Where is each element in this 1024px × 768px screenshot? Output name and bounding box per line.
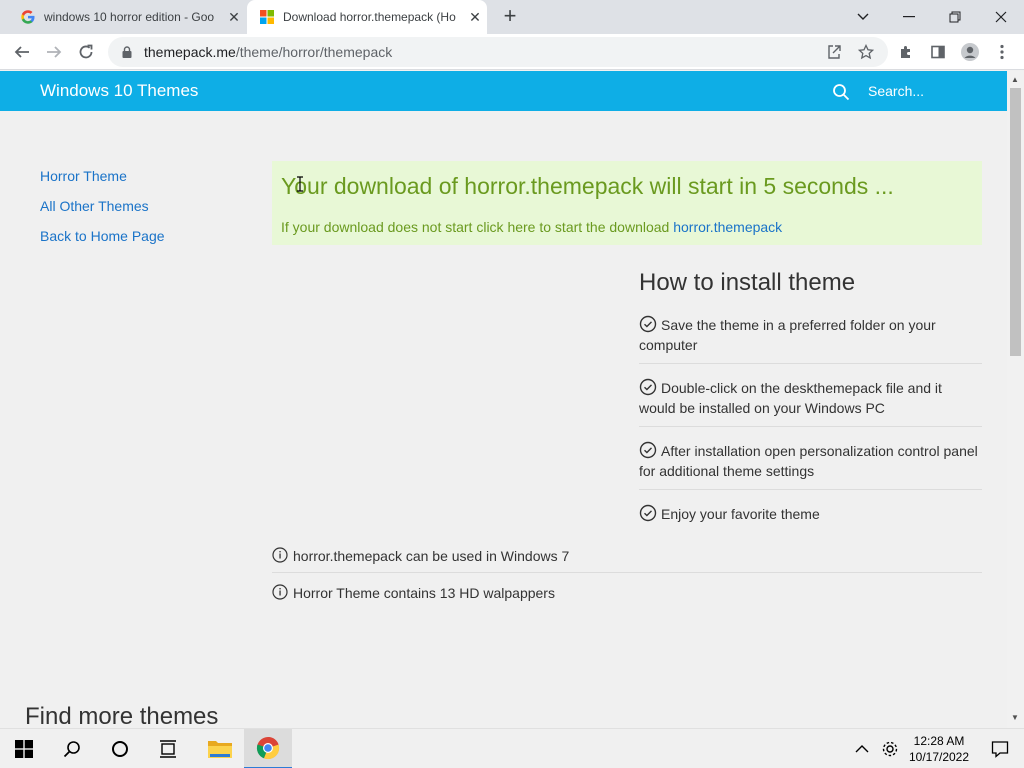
scroll-up-arrow-icon[interactable]: ▲ xyxy=(1011,75,1019,84)
reload-button[interactable] xyxy=(72,38,100,66)
close-tab-icon[interactable]: ✕ xyxy=(222,9,246,26)
download-link[interactable]: horror.themepack xyxy=(673,219,782,235)
chrome-taskbar-button[interactable] xyxy=(244,729,292,768)
search-input[interactable]: Search... xyxy=(868,83,924,99)
action-center-button[interactable] xyxy=(976,729,1024,768)
side-panel-icon[interactable] xyxy=(926,40,950,64)
tab-title: Download horror.themepack (Ho xyxy=(283,10,456,24)
cortana-circle-icon xyxy=(112,741,128,757)
text-cursor-icon xyxy=(296,176,304,195)
chrome-icon xyxy=(256,736,280,760)
new-tab-button[interactable]: + xyxy=(498,5,522,29)
tab-strip: windows 10 horror edition - Goo ✕ Downlo… xyxy=(0,0,1024,34)
profile-avatar-icon[interactable] xyxy=(958,40,982,64)
file-explorer-button[interactable] xyxy=(196,729,244,768)
close-tab-icon[interactable]: ✕ xyxy=(463,9,487,26)
taskbar-clock[interactable]: 12:28 AM 10/17/2022 xyxy=(905,733,973,765)
reload-icon xyxy=(79,44,93,59)
page-scrollbar[interactable]: ▲ ▼ xyxy=(1007,71,1024,728)
back-button[interactable] xyxy=(8,38,36,66)
gear-icon xyxy=(882,741,898,757)
tab-search-chevron-icon[interactable] xyxy=(840,0,886,34)
taskbar-search-button[interactable] xyxy=(48,729,96,768)
check-circle-icon xyxy=(639,441,657,459)
clock-time: 12:28 AM xyxy=(913,734,965,748)
download-notice: Your download of horror.themepack will s… xyxy=(272,161,982,245)
info-item: Horror Theme contains 13 HD walpappers xyxy=(272,584,982,601)
tab-google-search[interactable]: windows 10 horror edition - Goo ✕ xyxy=(8,0,246,34)
windows-taskbar: 12:28 AM 10/17/2022 xyxy=(0,728,1024,768)
sidebar-link-horror-theme[interactable]: Horror Theme xyxy=(40,168,165,198)
extensions-puzzle-icon[interactable] xyxy=(894,40,918,64)
site-header: Windows 10 Themes Search... xyxy=(0,71,1007,111)
tab-download-horror[interactable]: Download horror.themepack (Ho ✕ xyxy=(247,0,487,34)
windows-logo-icon xyxy=(260,10,274,24)
site-brand-link[interactable]: Windows 10 Themes xyxy=(40,81,198,101)
back-arrow-icon xyxy=(14,46,29,58)
install-step: Enjoy your favorite theme xyxy=(639,500,982,532)
close-window-button[interactable] xyxy=(978,0,1024,34)
install-step: Double-click on the deskthemepack file a… xyxy=(639,374,982,427)
sidebar-link-back-home[interactable]: Back to Home Page xyxy=(40,228,165,258)
download-headline: Your download of horror.themepack will s… xyxy=(281,173,894,199)
notification-icon xyxy=(991,741,1009,758)
install-step: Save the theme in a preferred folder on … xyxy=(639,311,982,364)
forward-arrow-icon xyxy=(47,46,62,58)
download-subtext: If your download does not start click he… xyxy=(281,219,783,235)
bookmark-star-icon[interactable] xyxy=(854,40,878,64)
forward-button[interactable] xyxy=(40,38,68,66)
check-circle-icon xyxy=(639,315,657,333)
web-page: Windows 10 Themes Search... Horror Theme… xyxy=(0,71,1007,728)
scroll-down-arrow-icon[interactable]: ▼ xyxy=(1011,713,1019,722)
address-bar[interactable]: themepack.me/theme/horror/themepack xyxy=(108,37,888,67)
search-icon[interactable] xyxy=(832,83,850,101)
find-more-heading: Find more themes xyxy=(25,703,219,728)
share-icon[interactable] xyxy=(822,40,846,64)
menu-kebab-icon[interactable] xyxy=(990,40,1014,64)
windows-start-icon xyxy=(15,740,33,758)
task-view-icon xyxy=(160,740,176,758)
check-circle-icon xyxy=(639,378,657,396)
cortana-button[interactable] xyxy=(96,729,144,768)
check-circle-icon xyxy=(639,504,657,522)
chevron-up-icon xyxy=(855,745,869,753)
info-item: horror.themepack can be used in Windows … xyxy=(272,547,982,573)
search-icon xyxy=(63,741,80,758)
sidebar-link-all-other-themes[interactable]: All Other Themes xyxy=(40,198,165,228)
install-title: How to install theme xyxy=(639,269,856,296)
sidebar-nav: Horror Theme All Other Themes Back to Ho… xyxy=(40,168,165,258)
folder-icon xyxy=(208,741,232,758)
task-view-button[interactable] xyxy=(144,729,192,768)
info-circle-icon xyxy=(272,584,288,600)
install-instructions: How to install theme Save the theme in a… xyxy=(639,269,982,542)
start-button[interactable] xyxy=(0,729,48,768)
scroll-thumb[interactable] xyxy=(1010,88,1021,356)
install-step: After installation open personalization … xyxy=(639,437,982,490)
clock-date: 10/17/2022 xyxy=(908,750,970,764)
url-text[interactable]: themepack.me/theme/horror/themepack xyxy=(144,44,392,60)
google-icon xyxy=(21,10,35,24)
info-circle-icon xyxy=(272,547,288,563)
lock-icon[interactable] xyxy=(120,45,134,59)
minimize-button[interactable] xyxy=(886,0,932,34)
tab-title: windows 10 horror edition - Goo xyxy=(44,10,215,24)
restore-button[interactable] xyxy=(932,0,978,34)
browser-toolbar: themepack.me/theme/horror/themepack xyxy=(0,34,1024,70)
